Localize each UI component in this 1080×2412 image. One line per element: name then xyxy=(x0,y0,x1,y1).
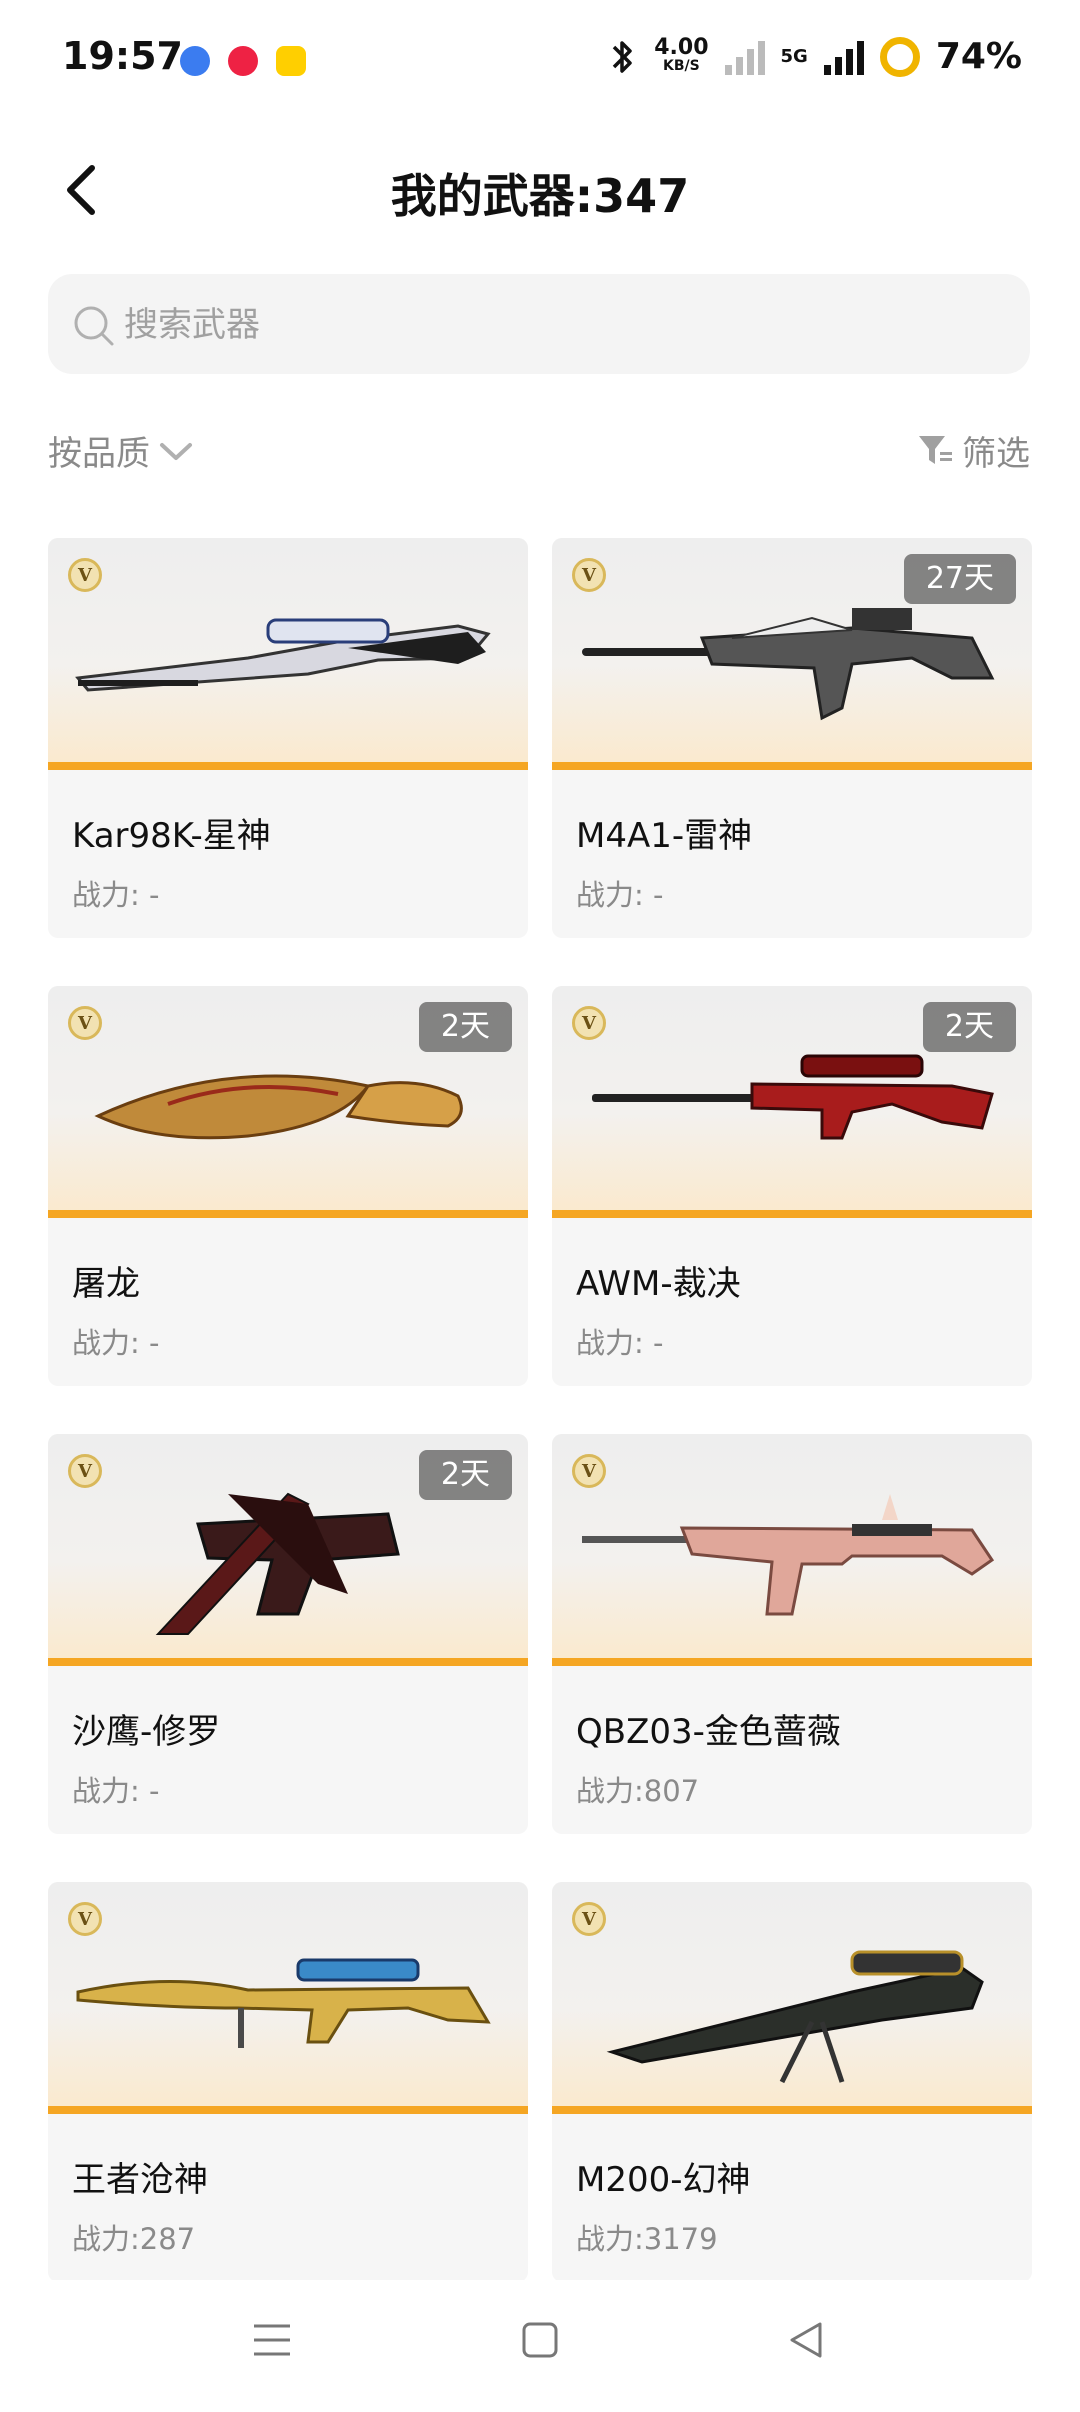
weapon-image-area: V 27天 xyxy=(552,538,1032,770)
weapon-image-area: V xyxy=(48,1882,528,2114)
awm-rifle-image xyxy=(592,1054,994,1140)
weapon-image-area: V 2天 xyxy=(48,986,528,1218)
weapon-card[interactable]: V 2天 沙鹰-修罗 战力: - xyxy=(48,1434,528,1834)
weapon-image-area: V 2天 xyxy=(48,1434,528,1666)
sort-label: 按品质 xyxy=(48,434,150,474)
weapon-image-area: V xyxy=(552,1882,1032,2114)
battery-ring-icon xyxy=(879,36,920,77)
qbz03-rifle-image xyxy=(582,1494,995,1616)
kukri-knife-image xyxy=(94,1074,463,1140)
weapon-name: QBZ03-金色蔷薇 xyxy=(576,1712,841,1752)
search-input[interactable] xyxy=(122,296,1006,354)
sort-dropdown[interactable]: 按品质 xyxy=(48,426,194,475)
app-notification-icon-1 xyxy=(180,46,210,76)
search-icon xyxy=(74,306,114,346)
weapon-power: 战力:287 xyxy=(72,2222,196,2256)
system-navigation-bar xyxy=(0,2280,1080,2412)
weapon-name: AWM-裁决 xyxy=(576,1264,741,1304)
weapon-grid: V Kar98K-星神 战力: - V 27天 M4A1-雷神 战力: - V … xyxy=(48,538,1032,2282)
page-title: 我的武器:347 xyxy=(390,169,690,223)
status-bar: 19:57 4.00 KB/S 5G 74% xyxy=(0,0,1080,120)
menu-icon[interactable] xyxy=(252,2320,292,2360)
weapon-image-area: V xyxy=(552,1434,1032,1666)
weapon-power: 战力: - xyxy=(72,878,160,912)
meituan-app-icon xyxy=(276,46,306,76)
app-notification-icon-2 xyxy=(228,46,258,76)
status-indicators: 4.00 KB/S 5G 74% xyxy=(608,36,1022,77)
weapon-name: 王者沧神 xyxy=(72,2160,208,2200)
signal-icon xyxy=(823,39,864,75)
desert-eagle-image xyxy=(155,1492,400,1635)
weapon-card[interactable]: V 2天 屠龙 战力: - xyxy=(48,986,528,1386)
status-time: 19:57 xyxy=(62,34,183,78)
battery-percent: 74% xyxy=(935,36,1022,77)
weapon-power: 战力: - xyxy=(576,878,664,912)
weapon-image-area: V 2天 xyxy=(552,986,1032,1218)
weapon-power: 战力:3179 xyxy=(576,2222,718,2256)
weapon-name: M4A1-雷神 xyxy=(576,816,753,856)
sniper-rifle-image xyxy=(75,618,491,692)
weapon-power: 战力: - xyxy=(576,1326,664,1360)
back-triangle-icon[interactable] xyxy=(786,2320,826,2360)
filter-icon xyxy=(919,435,952,464)
m200-rifle-image xyxy=(606,1950,984,2084)
weapon-card[interactable]: V M200-幻神 战力:3179 xyxy=(552,1882,1032,2282)
home-icon[interactable] xyxy=(522,2320,558,2360)
weapon-power: 战力: - xyxy=(72,1774,160,1808)
network-type: 5G xyxy=(780,45,808,67)
net-speed: 4.00 KB/S xyxy=(654,34,709,75)
weapon-card[interactable]: V Kar98K-星神 战力: - xyxy=(48,538,528,938)
net-speed-value: 4.00 xyxy=(654,34,709,60)
weapon-image-area: V xyxy=(48,538,528,770)
golden-rifle-image xyxy=(76,1958,491,2048)
filter-button[interactable]: 筛选 xyxy=(916,426,1030,475)
bluetooth-icon xyxy=(612,40,632,73)
weapon-power: 战力: - xyxy=(72,1326,160,1360)
weapon-card[interactable]: V QBZ03-金色蔷薇 战力:807 xyxy=(552,1434,1032,1834)
weapon-name: 屠龙 xyxy=(72,1264,140,1304)
weapon-card[interactable]: V 27天 M4A1-雷神 战力: - xyxy=(552,538,1032,938)
wifi-off-icon xyxy=(724,39,765,75)
weapon-name: Kar98K-星神 xyxy=(72,816,271,856)
filter-label: 筛选 xyxy=(962,434,1030,474)
weapon-power: 战力:807 xyxy=(576,1774,700,1808)
assault-rifle-image xyxy=(582,608,995,721)
search-bar[interactable] xyxy=(48,274,1030,374)
weapon-card[interactable]: V 2天 AWM-裁决 战力: - xyxy=(552,986,1032,1386)
chevron-down-icon xyxy=(160,442,192,460)
weapon-card[interactable]: V 王者沧神 战力:287 xyxy=(48,1882,528,2282)
weapon-name: 沙鹰-修罗 xyxy=(72,1712,221,1752)
weapon-name: M200-幻神 xyxy=(576,2160,751,2200)
